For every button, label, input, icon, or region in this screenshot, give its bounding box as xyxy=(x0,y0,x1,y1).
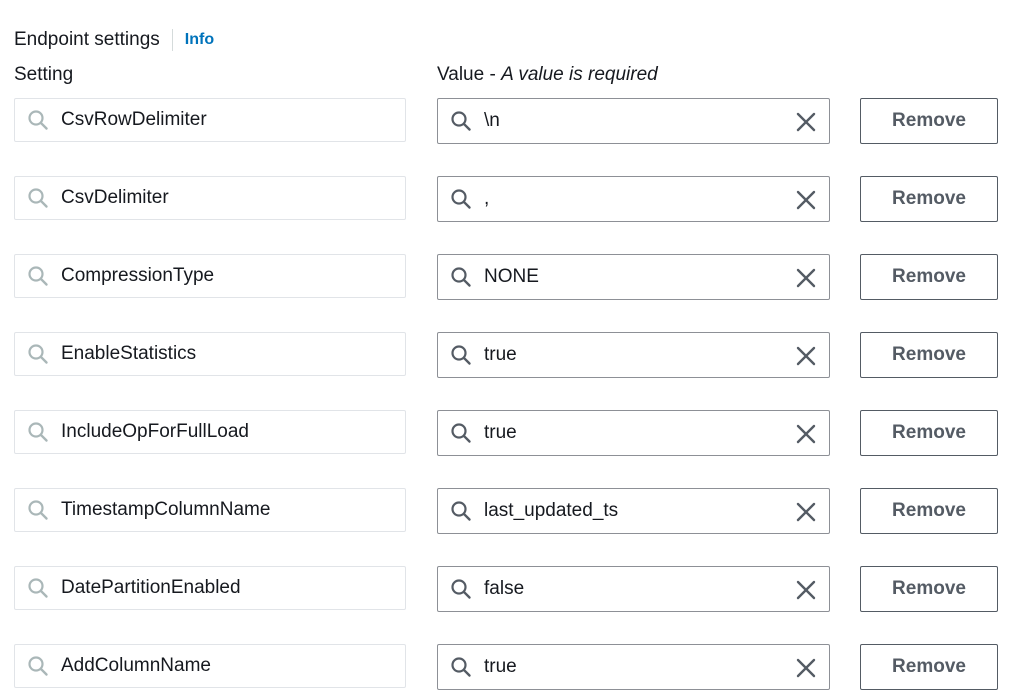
setting-key-text: CompressionType xyxy=(61,265,215,286)
setting-row-3: CompressionType NONE Remove xyxy=(0,254,1024,300)
setting-key-field[interactable]: CsvRowDelimiter xyxy=(14,98,406,142)
setting-row-1: CsvRowDelimiter \n Remove xyxy=(0,98,1024,144)
setting-key-text: CsvRowDelimiter xyxy=(61,109,207,130)
setting-value-field[interactable]: true xyxy=(437,644,830,690)
setting-value-field[interactable]: , xyxy=(437,176,830,222)
search-icon xyxy=(450,578,472,600)
close-icon[interactable] xyxy=(795,345,817,367)
setting-key-field[interactable]: TimestampColumnName xyxy=(14,488,406,532)
remove-button[interactable]: Remove xyxy=(860,254,998,300)
search-icon xyxy=(450,656,472,678)
setting-key-text: TimestampColumnName xyxy=(61,499,271,520)
remove-button[interactable]: Remove xyxy=(860,176,998,222)
section-header: Endpoint settings Info xyxy=(14,26,214,54)
search-icon xyxy=(27,187,49,209)
close-icon[interactable] xyxy=(795,579,817,601)
setting-value-text: \n xyxy=(484,110,500,131)
remove-button[interactable]: Remove xyxy=(860,410,998,456)
setting-value-text: , xyxy=(484,188,490,209)
search-icon xyxy=(450,110,472,132)
section-title: Endpoint settings xyxy=(14,29,160,50)
search-icon xyxy=(450,500,472,522)
value-column-text: Value - xyxy=(437,64,502,85)
setting-row-6: TimestampColumnName last_updated_ts Remo… xyxy=(0,488,1024,534)
setting-key-text: CsvDelimiter xyxy=(61,187,169,208)
setting-column-label: Setting xyxy=(14,64,73,86)
setting-key-field[interactable]: IncludeOpForFullLoad xyxy=(14,410,406,454)
search-icon xyxy=(27,109,49,131)
setting-value-field[interactable]: true xyxy=(437,332,830,378)
header-divider xyxy=(171,29,173,51)
search-icon xyxy=(27,577,49,599)
setting-row-2: CsvDelimiter , Remove xyxy=(0,176,1024,222)
setting-key-text: IncludeOpForFullLoad xyxy=(61,421,249,442)
remove-button[interactable]: Remove xyxy=(860,332,998,378)
remove-button[interactable]: Remove xyxy=(860,644,998,690)
close-icon[interactable] xyxy=(795,657,817,679)
search-icon xyxy=(450,344,472,366)
search-icon xyxy=(27,499,49,521)
close-icon[interactable] xyxy=(795,423,817,445)
search-icon xyxy=(27,265,49,287)
setting-column-text: Setting xyxy=(14,64,74,85)
close-icon[interactable] xyxy=(795,267,817,289)
setting-value-field[interactable]: last_updated_ts xyxy=(437,488,830,534)
setting-value-field[interactable]: NONE xyxy=(437,254,830,300)
remove-button[interactable]: Remove xyxy=(860,488,998,534)
setting-key-field[interactable]: EnableStatistics xyxy=(14,332,406,376)
setting-key-text: EnableStatistics xyxy=(61,343,197,364)
close-icon[interactable] xyxy=(795,111,817,133)
setting-key-text: AddColumnName xyxy=(61,655,211,676)
remove-button[interactable]: Remove xyxy=(860,566,998,612)
info-link[interactable]: Info xyxy=(185,31,214,49)
value-column-label: Value - A value is required xyxy=(437,64,658,86)
setting-row-7: DatePartitionEnabled false Remove xyxy=(0,566,1024,612)
setting-value-text: true xyxy=(484,656,517,677)
setting-value-field[interactable]: true xyxy=(437,410,830,456)
setting-value-text: NONE xyxy=(484,266,539,287)
search-icon xyxy=(450,266,472,288)
search-icon xyxy=(450,188,472,210)
setting-key-field[interactable]: AddColumnName xyxy=(14,644,406,688)
setting-key-text: DatePartitionEnabled xyxy=(61,577,241,598)
setting-value-text: true xyxy=(484,422,517,443)
setting-row-8: AddColumnName true Remove xyxy=(0,644,1024,690)
search-icon xyxy=(27,655,49,677)
setting-value-field[interactable]: \n xyxy=(437,98,830,144)
value-required-hint: A value is required xyxy=(501,64,658,85)
close-icon[interactable] xyxy=(795,501,817,523)
search-icon xyxy=(27,421,49,443)
setting-row-4: EnableStatistics true Remove xyxy=(0,332,1024,378)
setting-key-field[interactable]: CompressionType xyxy=(14,254,406,298)
search-icon xyxy=(450,422,472,444)
setting-value-text: last_updated_ts xyxy=(484,500,619,521)
setting-key-field[interactable]: DatePartitionEnabled xyxy=(14,566,406,610)
search-icon xyxy=(27,343,49,365)
setting-value-text: true xyxy=(484,344,517,365)
remove-button[interactable]: Remove xyxy=(860,98,998,144)
close-icon[interactable] xyxy=(795,189,817,211)
setting-row-5: IncludeOpForFullLoad true Remove xyxy=(0,410,1024,456)
setting-key-field[interactable]: CsvDelimiter xyxy=(14,176,406,220)
setting-value-text: false xyxy=(484,578,525,599)
setting-value-field[interactable]: false xyxy=(437,566,830,612)
